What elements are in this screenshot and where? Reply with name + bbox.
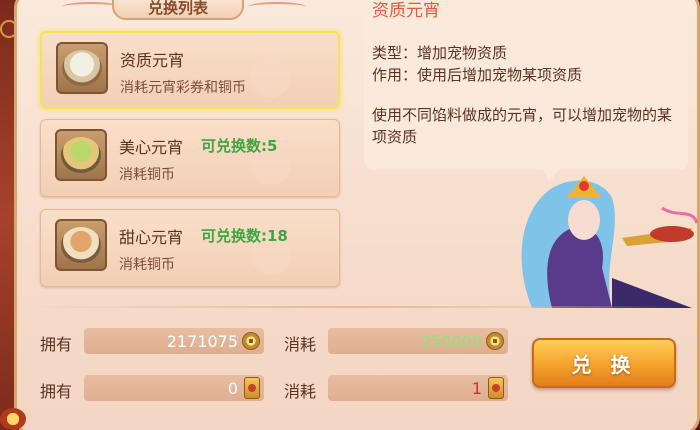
- brown-rice-ball-bowl-icon: [55, 219, 107, 271]
- exchange-button-label: 兑 换: [571, 352, 637, 377]
- info-type-line: 类型：增加宠物资质: [372, 44, 508, 62]
- item-name: 美心元宵: [119, 138, 184, 157]
- own-label: 拥有: [40, 382, 73, 401]
- item-count: 可兑换数:5: [201, 137, 278, 155]
- item-desc: 消耗铜币: [119, 167, 175, 183]
- item-count: 可兑换数:18: [201, 227, 288, 245]
- info-effect-line: 作用：使用后增加宠物某项资质: [372, 66, 583, 84]
- list-header-tab: 兑换列表: [112, 0, 244, 20]
- own-label: 拥有: [40, 335, 73, 354]
- cost-label: 消耗: [284, 382, 317, 401]
- section-divider: [26, 306, 676, 308]
- item-name: 资质元宵: [120, 51, 185, 70]
- cost-label: 消耗: [284, 335, 317, 354]
- lantern-ticket-icon: [488, 377, 504, 399]
- own-ticket-value: 0: [84, 375, 264, 401]
- own-coin-amount: 2171075: [166, 331, 238, 351]
- cost-ticket-value: 1: [328, 375, 508, 401]
- cost-coin-amount: 250000: [420, 331, 482, 351]
- cost-coin-value: 250000: [328, 328, 508, 354]
- rice-ball-bowl-icon: [56, 42, 108, 94]
- character-portrait: [521, 176, 699, 308]
- item-desc: 消耗元宵彩券和铜币: [120, 80, 246, 96]
- own-ticket-amount: 0: [227, 378, 238, 398]
- corner-gem-icon: [0, 408, 26, 430]
- cost-ticket-amount: 1: [471, 378, 482, 398]
- copper-coin-icon: [242, 332, 260, 350]
- lantern-ticket-icon: [244, 377, 260, 399]
- exchange-button[interactable]: 兑 换: [532, 338, 676, 388]
- list-item-zizhi-yuanxiao[interactable]: 资质元宵 消耗元宵彩券和铜币: [40, 31, 340, 109]
- item-desc: 消耗铜币: [119, 257, 175, 273]
- header-ornament-right: [248, 2, 306, 12]
- green-rice-ball-bowl-icon: [55, 129, 107, 181]
- list-item-meixin-yuanxiao[interactable]: 美心元宵 可兑换数:5 消耗铜币: [40, 119, 340, 197]
- copper-coin-icon: [486, 332, 504, 350]
- list-header-title: 兑换列表: [147, 0, 208, 17]
- info-title: 资质元宵: [372, 1, 440, 21]
- item-name: 甜心元宵: [119, 228, 184, 247]
- own-coin-value: 2171075: [84, 328, 264, 354]
- info-description: 使用不同馅料做成的元宵，可以增加宠物的某项资质: [372, 106, 673, 146]
- panel-left-edge: [0, 0, 14, 430]
- list-item-tianxin-yuanxiao[interactable]: 甜心元宵 可兑换数:18 消耗铜币: [40, 209, 340, 287]
